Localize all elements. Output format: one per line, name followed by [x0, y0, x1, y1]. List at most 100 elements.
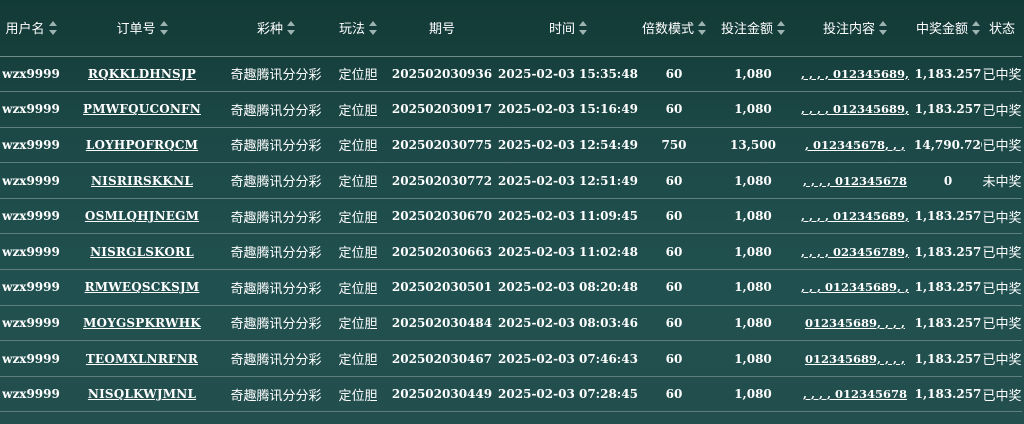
order-number-link[interactable]: MOYGSPKRWHK — [83, 316, 201, 330]
cell-time: 2025-02-03 08:03:46 — [498, 315, 638, 330]
column-header-label: 时间 — [548, 22, 575, 38]
cell-multiplier: 60 — [665, 351, 683, 366]
table-row: wzx9999 RMWEQSCKSJM 奇趣腾讯分分彩 定位胆 202502030501… — [0, 270, 1022, 306]
column-header-label: 投注内容 — [822, 22, 875, 38]
cell-multiplier: 60 — [665, 315, 683, 330]
bet-content-link[interactable]: , , , 012345689, , — [801, 280, 909, 294]
sort-icon[interactable] — [369, 20, 377, 35]
cell-lottery: 奇趣腾讯分分彩 — [230, 388, 322, 404]
bet-records-panel: 用户名 订单号 彩种 玩法 期号 时间 倍数模式 投注金额 投注内容 中奖金额 状态 wzx9999… — [0, 0, 1024, 424]
order-number-link[interactable]: RQKKLDHNSJP — [88, 67, 196, 81]
cell-user: wzx9999 — [2, 280, 60, 295]
cell-play: 定位胆 — [338, 139, 378, 155]
order-number-link[interactable]: TEOMXLNRFNR — [86, 352, 198, 366]
cell-amount: 1,080 — [734, 66, 772, 81]
table-row: wzx9999 TEOMXLNRFNR 奇趣腾讯分分彩 定位胆 202502030467… — [0, 341, 1022, 377]
cell-status: 已中奖 — [982, 210, 1022, 226]
cell-amount: 1,080 — [734, 280, 772, 295]
cell-issue: 202502030775 — [391, 137, 493, 152]
column-header-amount[interactable]: 投注金额 — [710, 0, 796, 57]
sort-icon[interactable] — [698, 20, 706, 35]
cell-multiplier: 60 — [665, 387, 683, 402]
column-header-label: 中奖金额 — [915, 22, 968, 38]
column-header-label: 订单号 — [116, 22, 156, 38]
cell-play: 定位胆 — [338, 353, 378, 369]
order-number-link[interactable]: NISRIRSKKNL — [91, 174, 193, 188]
cell-issue: 202502030917 — [391, 102, 493, 117]
cell-order: RMWEQSCKSJM — [62, 270, 222, 306]
sort-icon[interactable] — [48, 20, 57, 35]
bet-content-link[interactable]: 012345689, , , , — [805, 352, 905, 366]
column-header-label: 状态 — [988, 22, 1015, 38]
table-row: wzx9999 MOYGSPKRWHK 奇趣腾讯分分彩 定位胆 202502030484… — [0, 305, 1022, 341]
cell-play: 定位胆 — [338, 175, 378, 191]
cell-play: 定位胆 — [338, 210, 378, 226]
column-header-play[interactable]: 玩法 — [330, 0, 386, 57]
sort-icon[interactable] — [579, 20, 587, 35]
bet-content-link[interactable]: , , , , 012345678 — [803, 387, 907, 401]
bet-content-link[interactable]: , 012345678, , , — [805, 138, 905, 152]
bet-content-link[interactable]: , , , , 012345678 — [803, 174, 907, 188]
bet-content-link[interactable]: , , , , 012345689, — [801, 102, 909, 116]
column-header-win[interactable]: 中奖金额 — [914, 0, 982, 57]
column-header-user[interactable]: 用户名 — [0, 0, 62, 57]
bet-content-link[interactable]: 012345689, , , , — [805, 316, 905, 330]
cell-multiplier: 60 — [665, 173, 683, 188]
cell-status: 已中奖 — [982, 139, 1022, 155]
cell-multiplier: 60 — [665, 66, 683, 81]
column-header-time[interactable]: 时间 — [498, 0, 638, 57]
cell-lottery: 奇趣腾讯分分彩 — [230, 353, 322, 369]
order-number-link[interactable]: RMWEQSCKSJM — [85, 280, 200, 294]
cell-content: , , , , 012345689, — [796, 92, 914, 128]
cell-content: 012345689, , , , — [796, 341, 914, 377]
cell-multiplier: 60 — [665, 102, 683, 117]
cell-win: 1,183.257 — [914, 244, 982, 259]
cell-multiplier: 60 — [665, 244, 683, 259]
column-header-lottery[interactable]: 彩种 — [222, 0, 330, 57]
cell-win: 1,183.257 — [914, 209, 982, 224]
cell-lottery: 奇趣腾讯分分彩 — [230, 175, 322, 191]
order-number-link[interactable]: NISRGLSKORL — [90, 245, 194, 259]
order-number-link[interactable]: LOYHPOFRQCM — [86, 138, 198, 152]
cell-amount: 1,080 — [734, 351, 772, 366]
cell-status: 已中奖 — [982, 317, 1022, 333]
cell-win: 1,183.257 — [914, 315, 982, 330]
cell-multiplier: 750 — [661, 137, 687, 152]
order-number-link[interactable]: NISQLKWJMNL — [88, 387, 196, 401]
cell-issue: 202502030467 — [391, 351, 493, 366]
column-header-content[interactable]: 投注内容 — [796, 0, 914, 57]
bet-content-link[interactable]: , , , , 012345689, — [801, 67, 909, 81]
cell-time: 2025-02-03 07:28:45 — [498, 387, 638, 402]
cell-order: TEOMXLNRFNR — [62, 341, 222, 377]
sort-icon[interactable] — [879, 20, 887, 35]
column-header-label: 期号 — [428, 22, 455, 38]
cell-play: 定位胆 — [338, 317, 378, 333]
sort-icon[interactable] — [972, 20, 980, 35]
cell-order: RQKKLDHNSJP — [62, 56, 222, 92]
cell-user: wzx9999 — [2, 244, 60, 259]
cell-play: 定位胆 — [338, 246, 378, 262]
cell-lottery: 奇趣腾讯分分彩 — [230, 210, 322, 226]
bet-content-link[interactable]: , , , , 023456789, — [801, 245, 909, 259]
cell-order: NISRIRSKKNL — [62, 163, 222, 199]
table-header-row: 用户名 订单号 彩种 玩法 期号 时间 倍数模式 投注金额 投注内容 中奖金额 状态 — [0, 0, 1022, 57]
column-header-multiplier[interactable]: 倍数模式 — [638, 0, 710, 57]
cell-content: , , , , 012345678 — [796, 376, 914, 412]
cell-time: 2025-02-03 07:46:43 — [498, 351, 638, 366]
sort-icon[interactable] — [287, 20, 295, 35]
cell-play: 定位胆 — [338, 281, 378, 297]
table-row: wzx9999 NISRGLSKORL 奇趣腾讯分分彩 定位胆 202502030663… — [0, 234, 1022, 270]
cell-status: 未中奖 — [982, 175, 1022, 191]
sort-icon[interactable] — [777, 20, 785, 35]
order-number-link[interactable]: PMWFQUCONFN — [83, 102, 201, 116]
cell-lottery: 奇趣腾讯分分彩 — [230, 246, 322, 262]
cell-user: wzx9999 — [2, 173, 60, 188]
column-header-order[interactable]: 订单号 — [62, 0, 222, 57]
order-number-link[interactable]: OSMLQHJNEGM — [85, 209, 199, 223]
cell-multiplier: 60 — [665, 209, 683, 224]
column-header-status: 状态 — [982, 0, 1022, 57]
bet-content-link[interactable]: , , , , 012345689, — [801, 209, 909, 223]
sort-icon[interactable] — [159, 20, 168, 35]
cell-time: 2025-02-03 08:20:48 — [498, 280, 638, 295]
cell-play: 定位胆 — [338, 103, 378, 119]
